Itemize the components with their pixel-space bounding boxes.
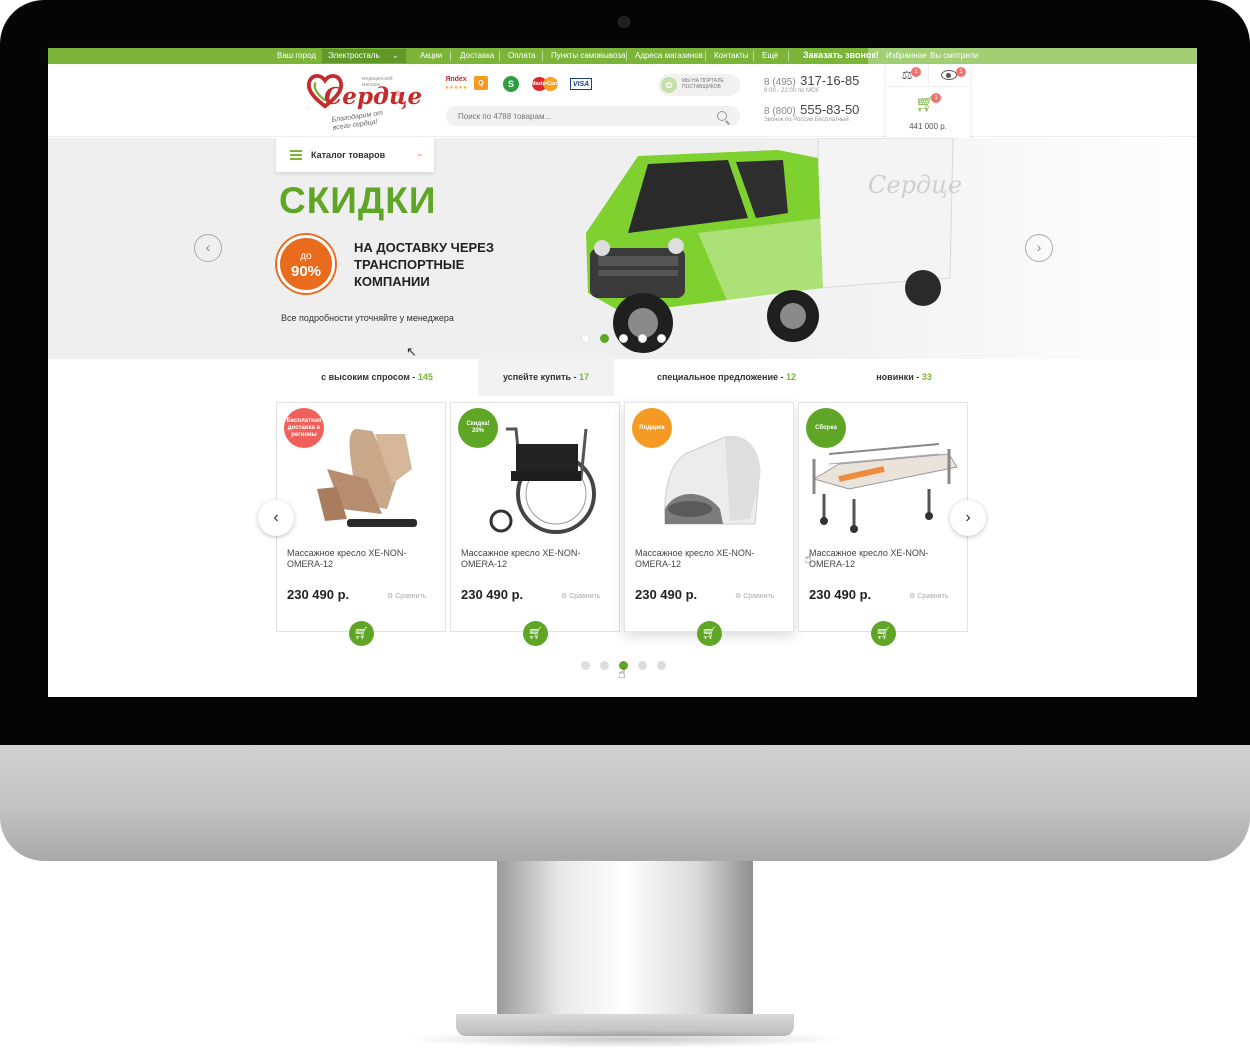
pager-dot[interactable] bbox=[600, 661, 609, 670]
yandex-market-logo: Яndex ★★★★★ bbox=[444, 76, 468, 91]
add-to-cart-button[interactable]: 🛒︎ bbox=[349, 621, 374, 646]
eye-icon[interactable] bbox=[941, 70, 957, 80]
product-name[interactable]: Массажное кресло XE-NON-OMERA-12 bbox=[287, 548, 407, 570]
city-value[interactable]: Электросталь bbox=[328, 51, 380, 60]
pager-dot[interactable] bbox=[638, 661, 647, 670]
add-to-cart-button[interactable]: 🛒︎ bbox=[523, 621, 548, 646]
product-price: 230 490 р. bbox=[635, 587, 698, 602]
compare-link[interactable]: ⚙︎ Сравнить bbox=[735, 592, 774, 600]
logo-slogan: Благодарим от всего сердца! bbox=[331, 109, 384, 132]
product-price: 230 490 р. bbox=[287, 587, 350, 602]
products-next-button[interactable]: › bbox=[950, 500, 986, 536]
mastercard-logo: MasterCard bbox=[530, 76, 560, 92]
hero-next-button[interactable]: › bbox=[1025, 234, 1053, 262]
site-logo[interactable]: медицинский магазин Сердце ® Благодарим … bbox=[304, 70, 422, 132]
hand-cursor-icon: ☝ bbox=[804, 551, 812, 566]
nav-more[interactable]: Ещё bbox=[762, 51, 778, 60]
delivery-truck-image: Сердце bbox=[586, 138, 962, 353]
search-input[interactable] bbox=[446, 106, 740, 126]
qiwi-logo: Q bbox=[474, 76, 488, 90]
tab-hurry[interactable]: успейте купить - 17 bbox=[478, 359, 614, 396]
product-card[interactable]: Подарок Массажное кресло XE-NON-OMERA-12… bbox=[624, 402, 794, 646]
imac-monitor: Ваш город Электросталь ⌄ Акции Доставка … bbox=[0, 0, 1250, 1060]
hand-cursor-icon: ☝ bbox=[618, 666, 626, 681]
tab-popular[interactable]: с высоким спросом - 145 bbox=[276, 359, 478, 396]
product-card[interactable]: Сборка Массажное кресло XE-NON-OMERA-12 … bbox=[798, 402, 968, 646]
callback-link[interactable]: Заказать звонок! bbox=[803, 50, 879, 60]
tab-new[interactable]: новинки - 33 bbox=[839, 359, 969, 396]
monitor-chin bbox=[0, 745, 1250, 861]
city-label: Ваш город bbox=[277, 51, 317, 60]
gift-badge: Подарок bbox=[632, 408, 672, 448]
cart-count-badge: 1 bbox=[931, 93, 941, 103]
stand-shadow bbox=[400, 1030, 850, 1048]
product-name[interactable]: Массажное кресло XE-NON-OMERA-12 bbox=[461, 548, 581, 570]
hero-note: Все подробности уточняйте у менеджера bbox=[281, 313, 454, 323]
supplier-portal-badge[interactable]: ✿ МЫ НА ПОРТАЛЕ ПОСТАВЩИКОВ bbox=[658, 74, 740, 96]
favorites-link[interactable]: Избранное bbox=[886, 51, 927, 60]
slider-dot[interactable] bbox=[581, 334, 590, 343]
nav-contacts[interactable]: Контакты bbox=[714, 51, 749, 60]
chevron-down-icon: ⌄ bbox=[416, 148, 424, 158]
free-delivery-badge: Бесплатная доставка в регионы bbox=[284, 408, 324, 448]
slider-dot-active[interactable] bbox=[600, 334, 609, 343]
hero-title: СКИДКИ bbox=[279, 180, 437, 221]
add-to-cart-button[interactable]: 🛒︎ bbox=[697, 621, 722, 646]
viewed-count-badge: 1 bbox=[956, 67, 966, 77]
supplier-icon: ✿ bbox=[661, 77, 677, 93]
slider-dot[interactable] bbox=[657, 334, 666, 343]
catalog-dropdown[interactable]: Каталог товаров ⌄ bbox=[276, 138, 434, 172]
nav-payment[interactable]: Оплата bbox=[508, 51, 536, 60]
tab-special[interactable]: специальное предложение - 12 bbox=[614, 359, 839, 396]
visa-logo: VISA bbox=[570, 78, 592, 90]
add-to-cart-button[interactable]: 🛒︎ bbox=[871, 621, 896, 646]
site-header: медицинский магазин Сердце ® Благодарим … bbox=[48, 64, 1197, 142]
hero-banner: Сердце Каталог товаров ⌄ СКИДКИ до 90% Н… bbox=[48, 138, 1197, 359]
mouse-cursor-icon: ↖ bbox=[406, 344, 417, 359]
compare-link[interactable]: ⚙︎ Сравнить bbox=[909, 592, 948, 600]
compare-link[interactable]: ⚙︎ Сравнить bbox=[387, 592, 426, 600]
chevron-down-icon[interactable]: ⌄ bbox=[392, 51, 399, 60]
website-screen: Ваш город Электросталь ⌄ Акции Доставка … bbox=[48, 48, 1197, 697]
discount-badge: до 90% bbox=[277, 235, 335, 293]
hero-slider-dots bbox=[581, 334, 666, 343]
product-price: 230 490 р. bbox=[809, 587, 872, 602]
sberbank-logo: S bbox=[503, 76, 519, 92]
pager-dot[interactable] bbox=[581, 661, 590, 670]
slider-dot[interactable] bbox=[619, 334, 628, 343]
top-bar: Ваш город Электросталь ⌄ Акции Доставка … bbox=[48, 48, 1197, 64]
product-name[interactable]: Массажное кресло XE-NON-OMERA-12 bbox=[809, 548, 929, 570]
products-prev-button[interactable]: ‹ bbox=[258, 500, 294, 536]
product-card[interactable]: Скидка! 20% Массажное кресло XE-NON-OMER… bbox=[450, 402, 620, 646]
logo-wordmark: Сердце bbox=[324, 83, 423, 110]
product-price: 230 490 р. bbox=[461, 587, 524, 602]
nav-pickup[interactable]: Пункты самовывоза bbox=[551, 51, 625, 60]
discount-tag-badge: Скидка! 20% bbox=[458, 408, 498, 448]
assembly-badge: Сборка bbox=[806, 408, 846, 448]
product-name[interactable]: Массажное кресло XE-NON-OMERA-12 bbox=[635, 548, 755, 570]
pager-dot[interactable] bbox=[657, 661, 666, 670]
cart-total[interactable]: 441 000 р. bbox=[886, 122, 970, 131]
nav-shops[interactable]: Адреса магазинов bbox=[635, 51, 703, 60]
slider-dot[interactable] bbox=[638, 334, 647, 343]
phone-moscow[interactable]: 8 (495) 317-16-85 9:00 - 22:00 по МСК bbox=[764, 72, 859, 94]
monitor-stand bbox=[497, 861, 753, 1021]
camera-icon bbox=[618, 16, 630, 28]
search-icon[interactable] bbox=[717, 111, 727, 121]
nav-delivery[interactable]: Доставка bbox=[460, 51, 494, 60]
product-card[interactable]: Бесплатная доставка в регионы Массажное … bbox=[276, 402, 446, 646]
hero-prev-button[interactable]: ‹ bbox=[194, 234, 222, 262]
user-panel: ⚖ 1 1 🛒︎ 1 441 000 р. bbox=[886, 64, 970, 142]
nav-promo[interactable]: Акции bbox=[420, 51, 442, 60]
svg-text:Сердце: Сердце bbox=[868, 171, 962, 199]
compare-count-badge: 1 bbox=[911, 67, 921, 77]
menu-icon bbox=[290, 150, 302, 160]
product-carousel: Бесплатная доставка в регионы Массажное … bbox=[276, 402, 969, 646]
hero-subtitle: НА ДОСТАВКУ ЧЕРЕЗ ТРАНСПОРТНЫЕ КОМПАНИИ bbox=[354, 240, 494, 289]
product-tabs: с высоким спросом - 145 успейте купить -… bbox=[276, 359, 969, 396]
viewed-link[interactable]: Вы смотрели bbox=[930, 51, 979, 60]
phone-russia[interactable]: 8 (800) 555-83-50 Звонок по России Беспл… bbox=[764, 101, 859, 123]
compare-link[interactable]: ⚙︎ Сравнить bbox=[561, 592, 600, 600]
